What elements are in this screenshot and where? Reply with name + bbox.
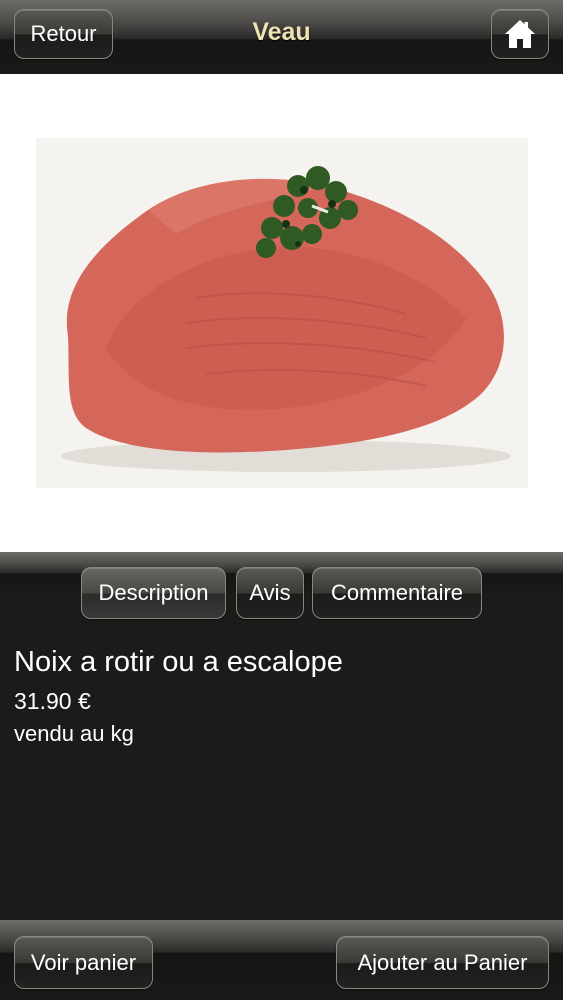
tab-commentaire[interactable]: Commentaire [312,567,482,619]
page-title: Veau [252,18,311,46]
product-details: Noix a rotir ou a escalope 31.90 € vendu… [14,640,549,750]
product-image-area [0,74,563,554]
home-icon [505,20,535,48]
product-image [36,138,528,488]
home-button[interactable] [491,9,549,59]
tab-description[interactable]: Description [81,567,226,619]
tab-description-label: Description [98,580,209,605]
tab-commentaire-label: Commentaire [330,580,464,605]
product-name: Noix a rotir ou a escalope [14,646,343,678]
product-price: 31.90 € [14,688,91,714]
product-unit: vendu au kg [14,721,134,746]
add-to-cart-button[interactable]: Ajouter au Panier [336,936,549,989]
view-cart-label: Voir panier [30,949,137,975]
add-to-cart-label: Ajouter au Panier [357,949,528,975]
view-cart-button[interactable]: Voir panier [14,936,153,989]
tab-avis[interactable]: Avis [236,567,304,619]
tab-avis-label: Avis [249,580,291,605]
